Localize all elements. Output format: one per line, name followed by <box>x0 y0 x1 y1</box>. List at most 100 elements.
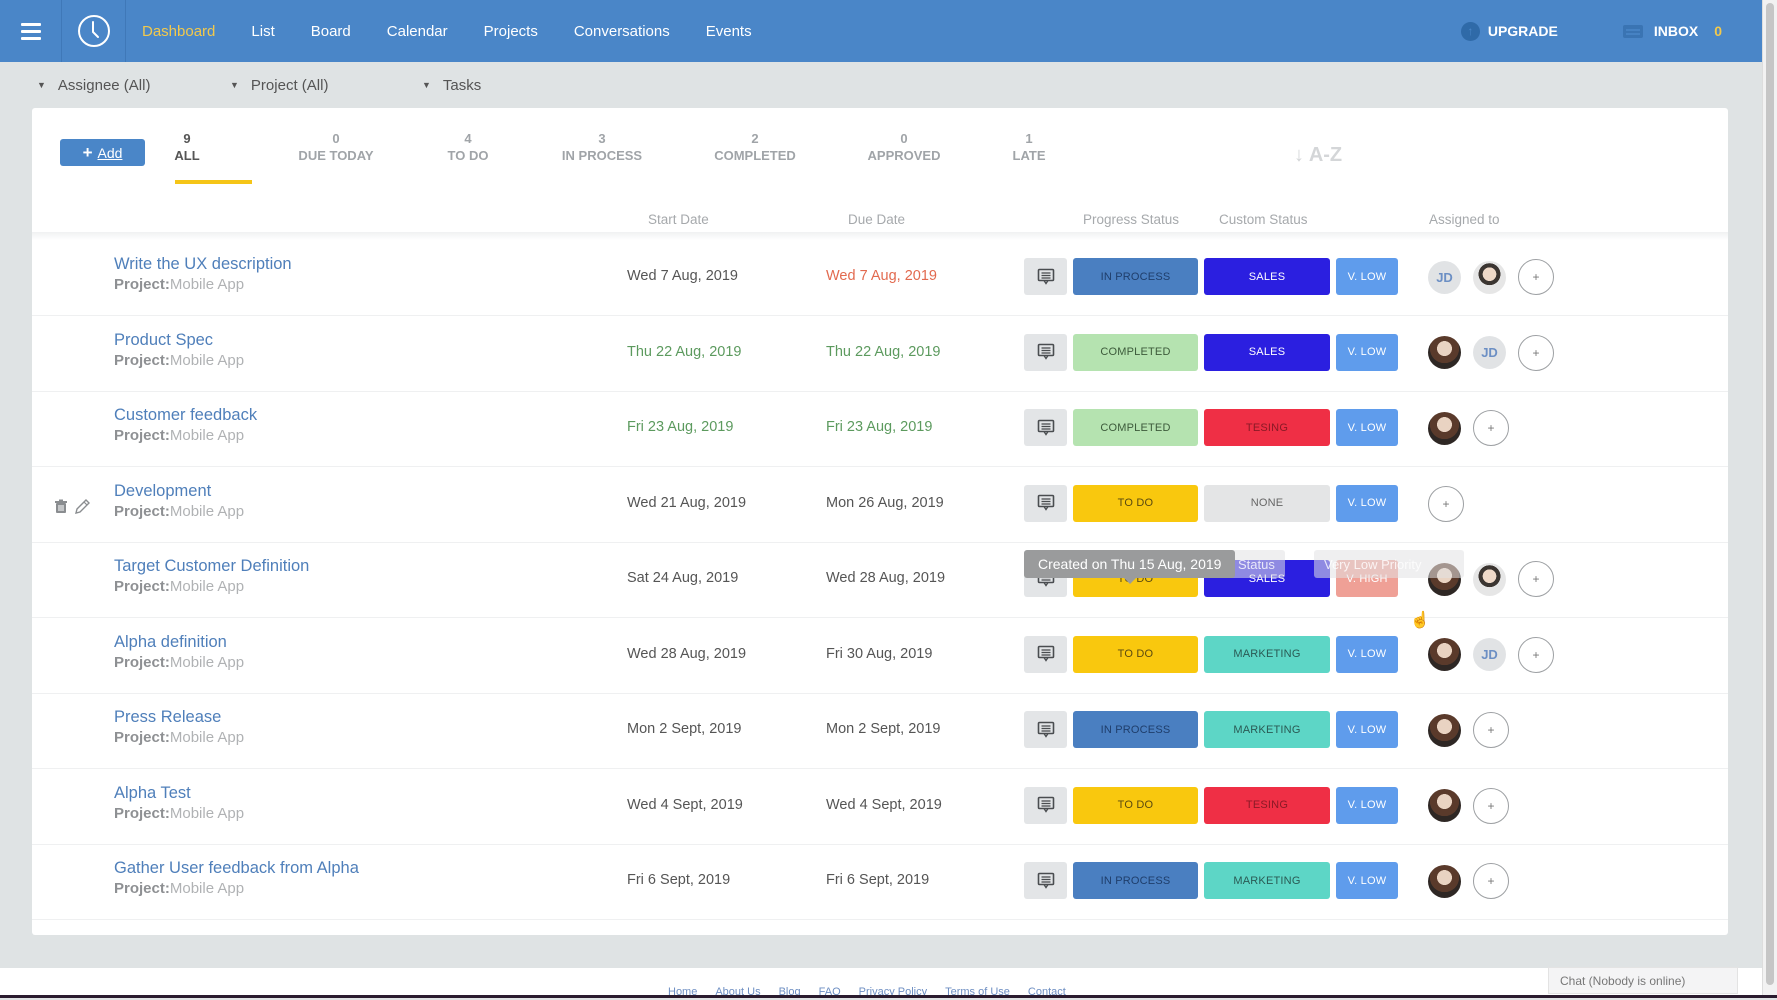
tasks-filter[interactable]: ▼ Tasks <box>422 77 481 94</box>
task-row[interactable]: Target Customer Definition Project:Mobile… <box>32 543 1728 618</box>
avatar-initials[interactable]: JD <box>1473 638 1506 671</box>
pencil-icon[interactable] <box>74 498 91 520</box>
avatar-photo[interactable] <box>1473 562 1506 596</box>
start-date[interactable]: Wed 21 Aug, 2019 <box>627 495 746 511</box>
add-assignee-button[interactable]: + <box>1473 863 1509 899</box>
task-title[interactable]: Alpha Test <box>114 784 191 803</box>
progress-status-badge[interactable]: IN PROCESS <box>1073 258 1198 295</box>
progress-status-badge[interactable]: TO DO <box>1073 635 1198 673</box>
nav-board[interactable]: Board <box>311 23 351 40</box>
logo[interactable] <box>62 0 126 62</box>
task-row[interactable]: Customer feedback Project:Mobile App Fri 2… <box>32 392 1728 467</box>
task-title[interactable]: Development <box>114 482 211 501</box>
task-title[interactable]: Write the UX description <box>114 255 292 274</box>
column-header-due-date[interactable]: Due Date <box>848 212 905 227</box>
due-date[interactable]: Wed 28 Aug, 2019 <box>826 570 945 586</box>
due-date[interactable]: Wed 4 Sept, 2019 <box>826 797 942 813</box>
progress-status-badge[interactable]: COMPLETED <box>1073 409 1198 446</box>
add-task-button[interactable]: + Add <box>60 139 145 166</box>
custom-status-badge[interactable]: MARKETING <box>1204 862 1330 899</box>
column-header-custom-status[interactable]: Custom Status <box>1219 212 1308 227</box>
comments-button[interactable] <box>1024 333 1067 371</box>
upgrade-button[interactable]: ↑ UPGRADE <box>1460 21 1558 41</box>
task-title[interactable]: Press Release <box>114 708 221 727</box>
custom-status-badge[interactable]: SALES <box>1204 333 1330 371</box>
task-title[interactable]: Customer feedback <box>114 406 257 425</box>
add-assignee-button[interactable]: + <box>1518 636 1554 673</box>
start-date[interactable]: Fri 23 Aug, 2019 <box>627 419 733 435</box>
chat-widget[interactable]: Chat (Nobody is online) <box>1548 967 1738 994</box>
add-assignee-button[interactable]: + <box>1428 485 1464 522</box>
add-assignee-button[interactable]: + <box>1518 334 1554 371</box>
due-date[interactable]: Fri 23 Aug, 2019 <box>826 419 932 435</box>
menu-button[interactable] <box>0 0 62 62</box>
tab-to-do[interactable]: 4 TO DO <box>448 131 489 163</box>
avatar-photo[interactable] <box>1428 411 1461 445</box>
trash-icon[interactable] <box>54 499 68 519</box>
column-header-progress-status[interactable]: Progress Status <box>1083 212 1179 227</box>
priority-badge[interactable]: V. LOW <box>1336 711 1398 748</box>
due-date[interactable]: Thu 22 Aug, 2019 <box>826 344 941 360</box>
avatar-photo[interactable] <box>1428 336 1461 369</box>
start-date[interactable]: Wed 4 Sept, 2019 <box>627 797 743 813</box>
task-row[interactable]: Press Release Project:Mobile App Mon 2 Sep… <box>32 694 1728 769</box>
nav-calendar[interactable]: Calendar <box>387 23 448 40</box>
tab-all[interactable]: 9 ALL <box>174 131 199 163</box>
comments-button[interactable] <box>1024 635 1067 673</box>
custom-status-badge[interactable]: MARKETING <box>1204 635 1330 673</box>
start-date[interactable]: Fri 6 Sept, 2019 <box>627 872 730 888</box>
custom-status-badge[interactable]: SALES <box>1204 258 1330 295</box>
nav-events[interactable]: Events <box>706 23 752 40</box>
task-title[interactable]: Target Customer Definition <box>114 557 309 576</box>
task-row[interactable]: Product Spec Project:Mobile App Thu 22 Aug… <box>32 317 1728 392</box>
priority-badge[interactable]: V. LOW <box>1336 862 1398 899</box>
comments-button[interactable] <box>1024 862 1067 899</box>
priority-badge[interactable]: V. LOW <box>1336 333 1398 371</box>
scrollbar-thumb[interactable] <box>1766 3 1774 985</box>
task-title[interactable]: Product Spec <box>114 331 213 350</box>
tab-completed[interactable]: 2 COMPLETED <box>714 131 796 163</box>
tab-due-today[interactable]: 0 DUE TODAY <box>298 131 373 163</box>
task-title[interactable]: Alpha definition <box>114 633 227 652</box>
progress-status-badge[interactable]: IN PROCESS <box>1073 862 1198 899</box>
start-date[interactable]: Sat 24 Aug, 2019 <box>627 570 738 586</box>
avatar-photo[interactable] <box>1428 864 1461 898</box>
nav-conversations[interactable]: Conversations <box>574 23 670 40</box>
comments-button[interactable] <box>1024 258 1067 295</box>
comments-button[interactable] <box>1024 786 1067 824</box>
inbox-button[interactable]: INBOX 0 <box>1622 23 1722 39</box>
task-title[interactable]: Gather User feedback from Alpha <box>114 859 359 878</box>
task-row[interactable]: Alpha definition Project:Mobile App Wed 28… <box>32 619 1728 694</box>
tab-approved[interactable]: 0 APPROVED <box>868 131 941 163</box>
sort-az-button[interactable]: ↓ A-Z <box>1294 144 1342 167</box>
avatar-photo[interactable] <box>1428 713 1461 747</box>
task-row[interactable]: Gather User feedback from Alpha Project:M… <box>32 845 1728 920</box>
add-assignee-button[interactable]: + <box>1473 787 1509 824</box>
due-date[interactable]: Mon 26 Aug, 2019 <box>826 495 944 511</box>
comments-button[interactable] <box>1024 711 1067 748</box>
start-date[interactable]: Wed 7 Aug, 2019 <box>627 268 738 284</box>
avatar-photo[interactable] <box>1428 638 1461 671</box>
comments-button[interactable] <box>1024 409 1067 446</box>
column-header-assigned-to[interactable]: Assigned to <box>1429 212 1500 227</box>
add-assignee-button[interactable]: + <box>1473 410 1509 446</box>
custom-status-badge[interactable]: MARKETING <box>1204 711 1330 748</box>
start-date[interactable]: Mon 2 Sept, 2019 <box>627 721 741 737</box>
start-date[interactable]: Wed 28 Aug, 2019 <box>627 646 746 662</box>
due-date[interactable]: Fri 6 Sept, 2019 <box>826 872 929 888</box>
avatar-initials[interactable]: JD <box>1473 336 1506 369</box>
due-date[interactable]: Fri 30 Aug, 2019 <box>826 646 932 662</box>
nav-list[interactable]: List <box>251 23 274 40</box>
task-row[interactable]: Alpha Test Project:Mobile App Wed 4 Sept, … <box>32 770 1728 845</box>
project-filter[interactable]: ▼ Project (All) <box>230 77 328 94</box>
task-row[interactable]: Development Project:Mobile App Wed 21 Aug,… <box>32 468 1728 543</box>
priority-badge[interactable]: V. LOW <box>1336 786 1398 824</box>
add-assignee-button[interactable]: + <box>1518 561 1554 597</box>
custom-status-badge[interactable]: TESING <box>1204 409 1330 446</box>
tab-late[interactable]: 1 LATE <box>1013 131 1046 163</box>
progress-status-badge[interactable]: IN PROCESS <box>1073 711 1198 748</box>
nav-dashboard[interactable]: Dashboard <box>142 23 215 40</box>
start-date[interactable]: Thu 22 Aug, 2019 <box>627 344 742 360</box>
priority-badge[interactable]: V. LOW <box>1336 409 1398 446</box>
avatar-photo[interactable] <box>1473 260 1506 294</box>
